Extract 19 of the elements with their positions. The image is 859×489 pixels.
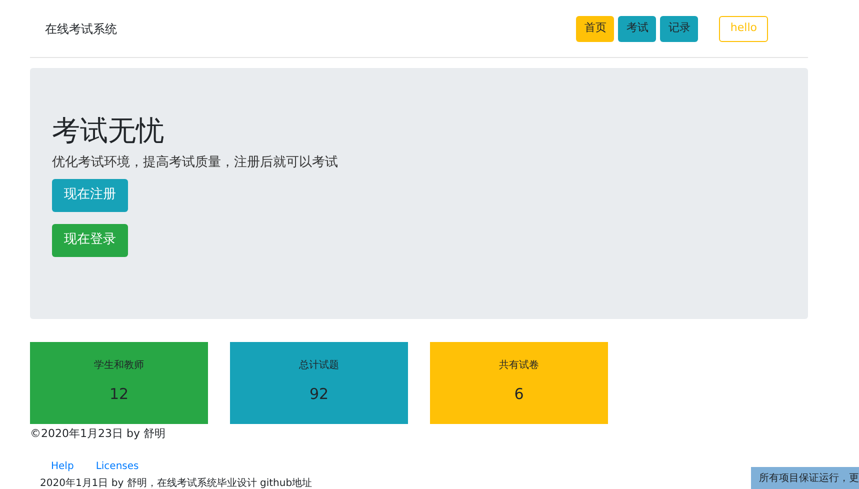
hero-title: 考试无忧 (52, 113, 165, 149)
nav-tab[interactable]: 记录 (660, 16, 698, 42)
footer-note: 2020年1月1日 by 舒明，在线考试系统毕业设计 github地址 (40, 476, 312, 489)
stat-value: 92 (309, 384, 329, 405)
nav-tab[interactable]: 考试 (618, 16, 656, 42)
footer-link[interactable]: Licenses (96, 458, 139, 474)
stat-value: 6 (514, 384, 524, 405)
register-button[interactable]: 现在注册 (52, 178, 128, 212)
nav-tab[interactable]: 首页 (576, 16, 614, 42)
copyright-text: ©2020年1月23日 by 舒明 (30, 426, 166, 442)
stat-value: 12 (109, 384, 129, 405)
stat-label: 总计试题 (299, 358, 339, 373)
notice-text: 所有项目保证运行，更 (759, 472, 859, 486)
site-title[interactable]: 在线考试系统 (45, 20, 117, 38)
stat-label: 学生和教师 (94, 358, 144, 373)
footer-link[interactable]: Help (51, 458, 74, 474)
stat-label: 共有试卷 (499, 358, 539, 373)
hero-subtitle: 优化考试环境，提高考试质量，注册后就可以考试 (52, 154, 339, 172)
login-button[interactable]: 现在登录 (52, 224, 128, 256)
